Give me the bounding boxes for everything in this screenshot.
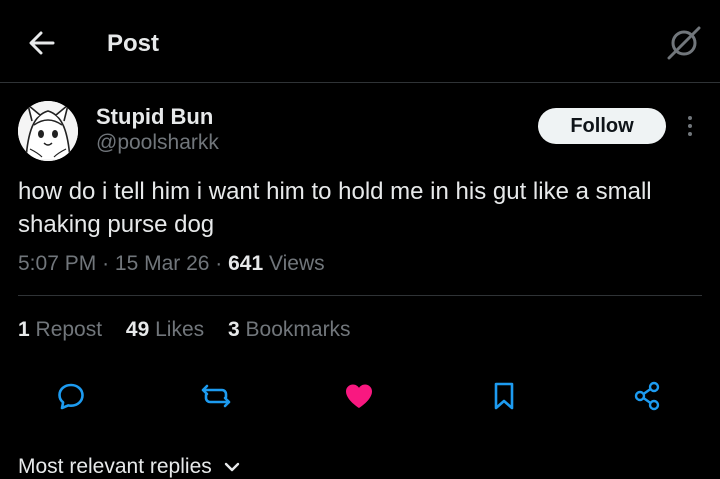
reposts-label: Repost <box>35 318 103 341</box>
grok-icon <box>667 26 701 60</box>
post-time[interactable]: 5:07 PM <box>18 252 96 275</box>
post-text: how do i tell him i want him to hold me … <box>18 178 652 238</box>
arrow-left-icon <box>29 31 55 55</box>
reposts-count: 1 <box>18 318 30 341</box>
share-button[interactable] <box>629 378 665 414</box>
more-vertical-icon <box>688 116 692 136</box>
back-button[interactable] <box>26 27 58 59</box>
avatar-illustration <box>18 101 78 161</box>
divider <box>18 295 702 296</box>
bookmarks-stat[interactable]: 3 Bookmarks <box>228 318 351 341</box>
follow-button[interactable]: Follow <box>538 108 666 144</box>
avatar[interactable] <box>18 101 78 161</box>
page-title: Post <box>107 30 160 57</box>
reposts-stat[interactable]: 1 Repost <box>18 318 102 341</box>
bookmark-icon <box>494 382 514 410</box>
chevron-down-icon <box>224 463 239 472</box>
top-bar: Post <box>0 0 720 83</box>
bookmarks-count: 3 <box>228 318 240 341</box>
share-icon <box>634 381 660 411</box>
like-button[interactable] <box>341 378 377 414</box>
author-display-name[interactable]: Stupid Bun <box>96 104 213 130</box>
reply-icon <box>58 383 84 410</box>
post-date[interactable]: 15 Mar 26 <box>115 252 210 275</box>
repost-icon <box>201 384 231 408</box>
post-meta: 5:07 PM · 15 Mar 26 · 641 Views <box>18 252 325 275</box>
views-count: 641 <box>228 252 264 275</box>
bookmark-button[interactable] <box>486 378 522 414</box>
engagement-stats: 1 Repost 49 Likes 3 Bookmarks <box>18 316 369 344</box>
grok-button[interactable] <box>666 26 702 60</box>
replies-sort-dropdown[interactable]: Most relevant replies <box>18 455 240 479</box>
bookmarks-label: Bookmarks <box>245 318 351 341</box>
heart-icon <box>346 384 372 408</box>
likes-count: 49 <box>125 318 150 341</box>
more-options-button[interactable] <box>680 114 700 138</box>
author-handle[interactable]: @poolsharkk <box>96 130 219 156</box>
likes-label: Likes <box>155 318 205 341</box>
repost-button[interactable] <box>198 378 234 414</box>
views-label: Views <box>269 252 325 275</box>
reply-button[interactable] <box>53 378 89 414</box>
likes-stat[interactable]: 49 Likes <box>126 318 204 341</box>
